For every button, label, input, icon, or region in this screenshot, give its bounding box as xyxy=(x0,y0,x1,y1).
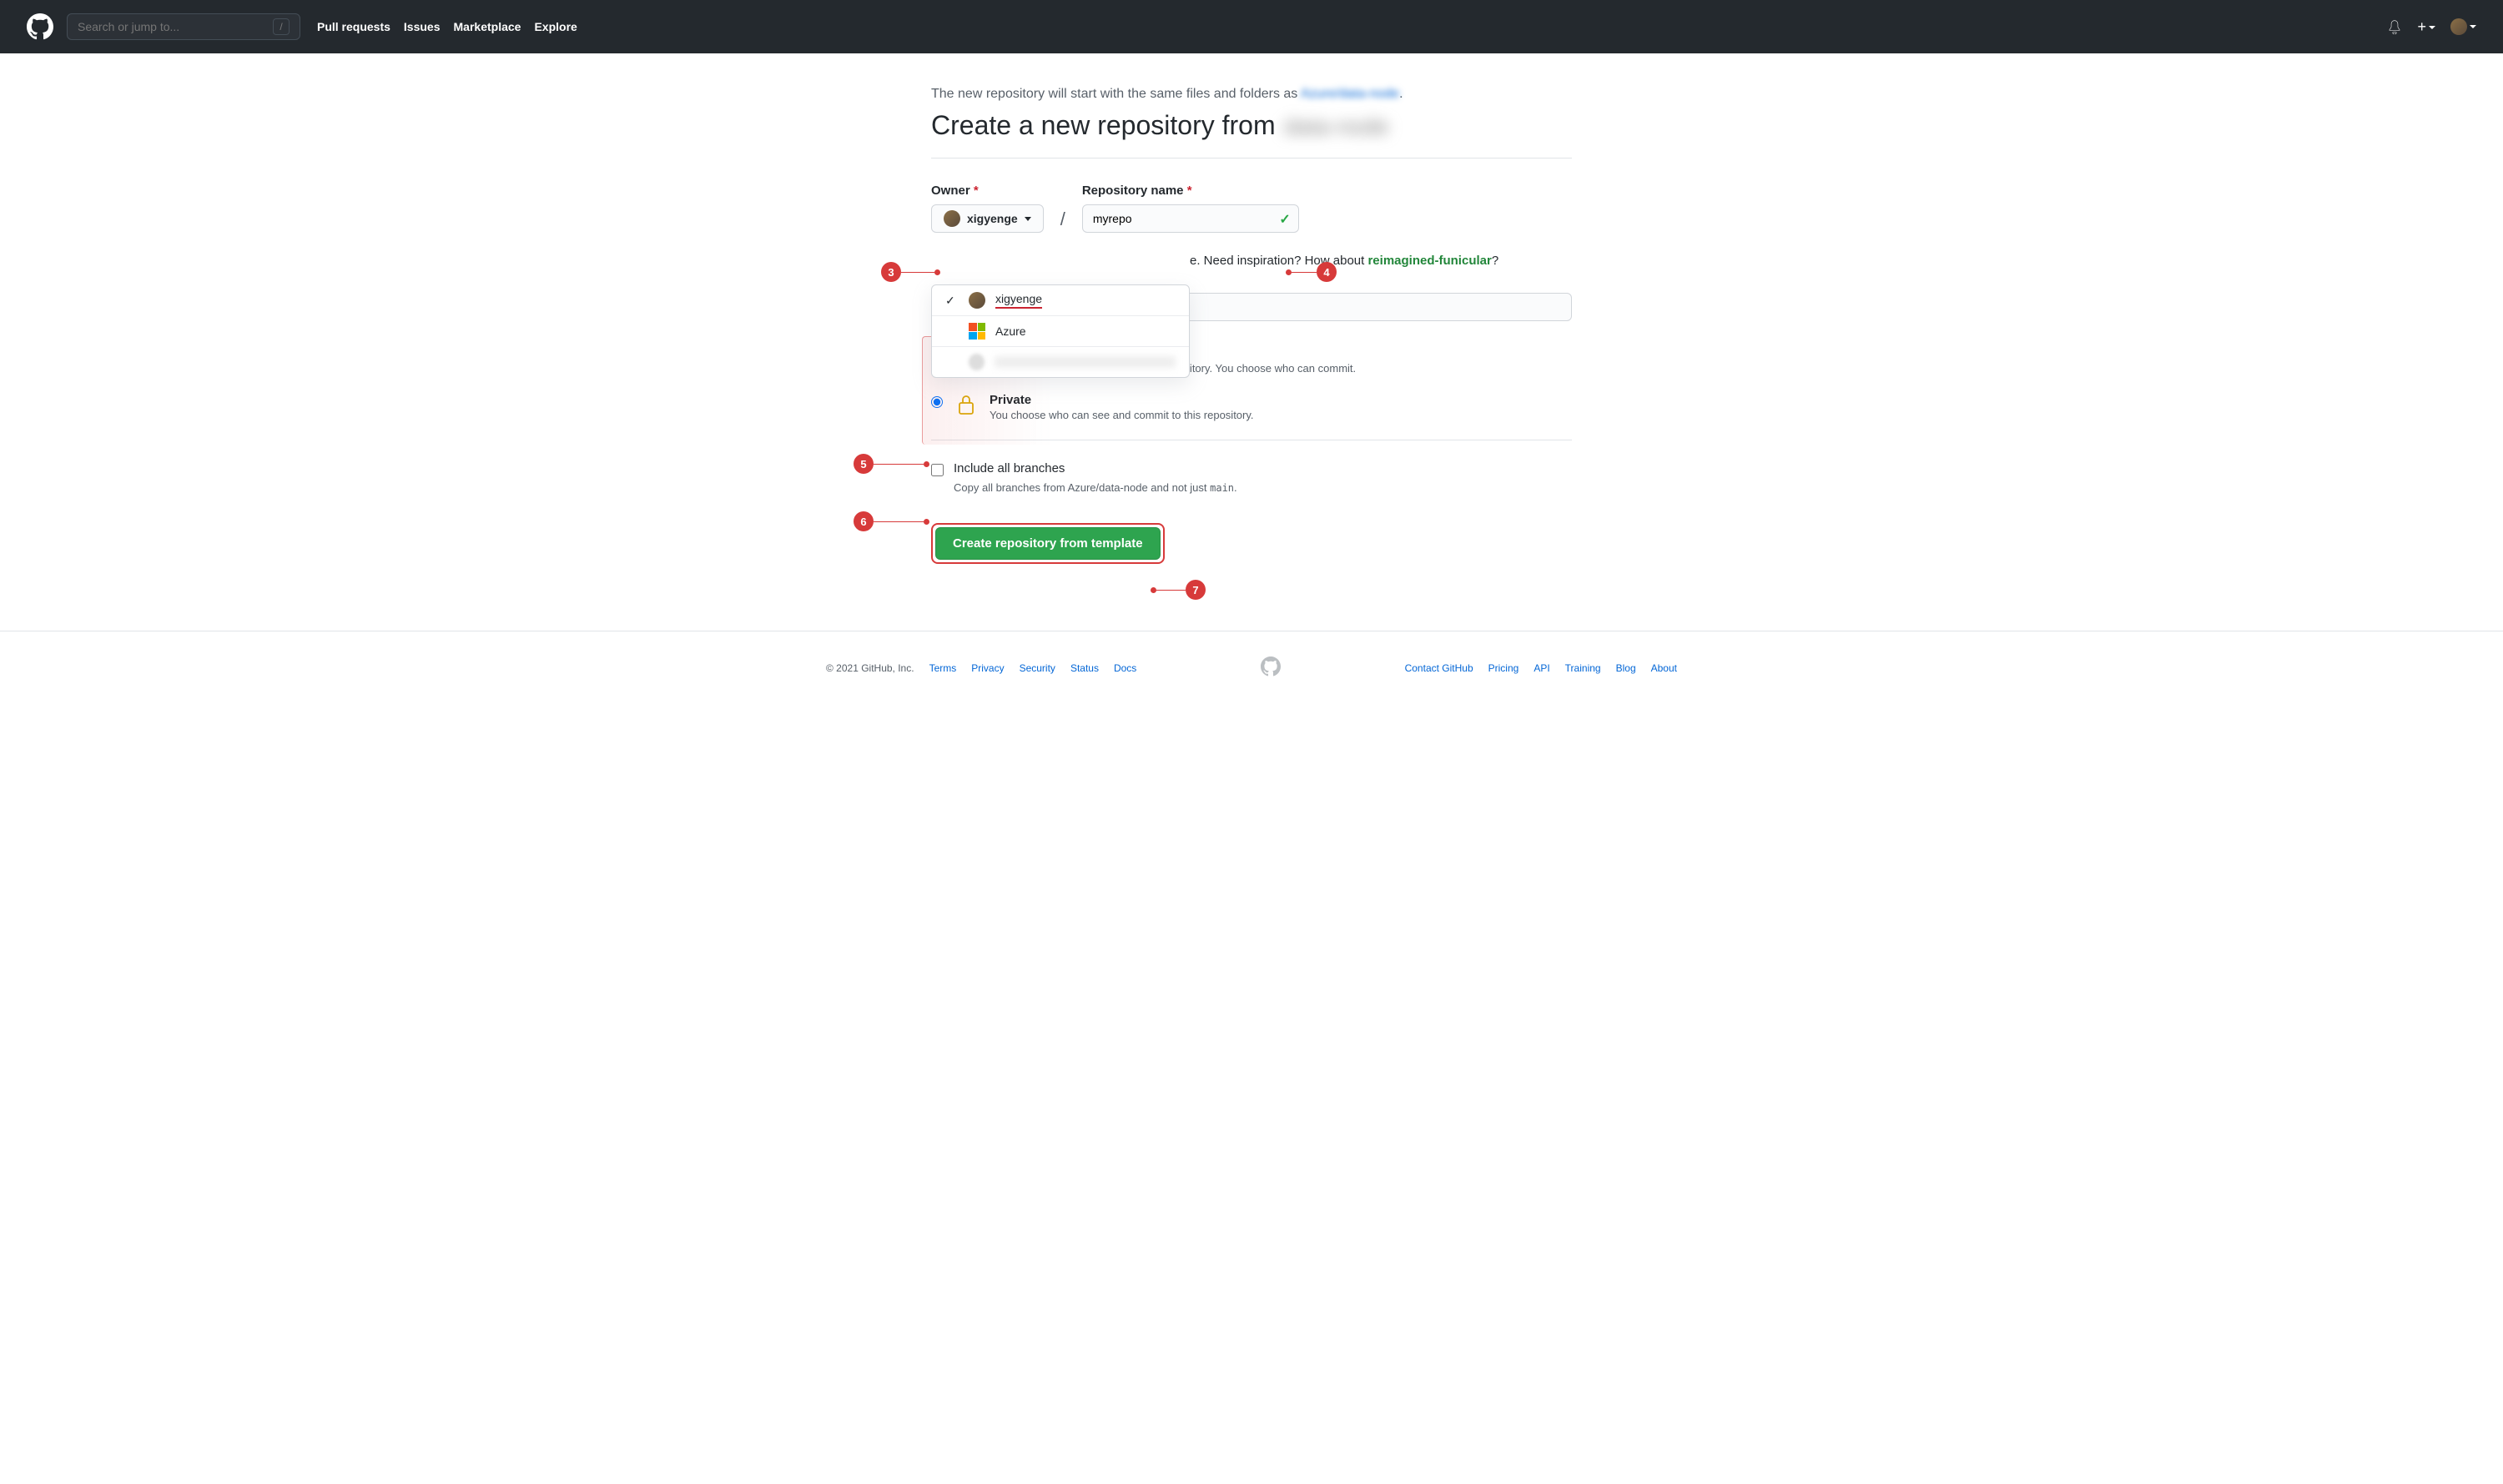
avatar-icon xyxy=(969,354,985,370)
submit-highlight: Create repository from template xyxy=(931,523,1165,564)
owner-dropdown: ✓ xigyenge Azure xyxy=(931,284,1190,378)
include-branches-checkbox[interactable] xyxy=(931,464,944,476)
nav-marketplace[interactable]: Marketplace xyxy=(454,20,521,33)
footer-docs[interactable]: Docs xyxy=(1114,662,1136,674)
user-avatar-icon xyxy=(2450,18,2467,35)
chevron-down-icon xyxy=(1025,217,1031,221)
annotation-7: 7 xyxy=(1186,580,1206,600)
footer-terms[interactable]: Terms xyxy=(929,662,957,674)
nav-explore[interactable]: Explore xyxy=(534,20,577,33)
title-template-name: data-node xyxy=(1284,113,1389,140)
owner-select[interactable]: xigyenge xyxy=(931,204,1044,233)
nav-links: Pull requests Issues Marketplace Explore xyxy=(317,20,577,33)
owner-label: Owner * xyxy=(931,184,1044,198)
footer-status[interactable]: Status xyxy=(1070,662,1099,674)
check-icon: ✓ xyxy=(945,294,959,308)
owner-repo-separator: / xyxy=(1060,209,1065,230)
footer-privacy[interactable]: Privacy xyxy=(971,662,1004,674)
user-menu[interactable] xyxy=(2450,18,2476,35)
github-logo-icon[interactable] xyxy=(27,13,53,40)
footer-copyright: © 2021 GitHub, Inc. xyxy=(826,662,914,674)
annotation-4: 4 xyxy=(1317,262,1337,282)
notification-bell-icon[interactable] xyxy=(2387,19,2402,34)
search-input[interactable] xyxy=(78,20,273,33)
nav-issues[interactable]: Issues xyxy=(404,20,441,33)
top-nav: / Pull requests Issues Marketplace Explo… xyxy=(0,0,2503,53)
page-title: Create a new repository from data-node xyxy=(931,110,1572,141)
annotation-3: 3 xyxy=(881,262,901,282)
owner-avatar-icon xyxy=(944,210,960,227)
owner-option-azure[interactable]: Azure xyxy=(932,316,1189,347)
github-logo-gray-icon[interactable] xyxy=(1261,656,1281,677)
footer-about[interactable]: About xyxy=(1651,662,1677,674)
search-box[interactable]: / xyxy=(67,13,300,40)
checkmark-icon: ✓ xyxy=(1279,211,1290,228)
visibility-private-desc: You choose who can see and commit to thi… xyxy=(990,409,1254,421)
owner-option-hidden[interactable] xyxy=(932,347,1189,377)
owner-option-xigyenge[interactable]: ✓ xigyenge xyxy=(932,285,1189,316)
main-content: The new repository will start with the s… xyxy=(931,53,1572,589)
template-link[interactable]: Azure/data-node xyxy=(1301,87,1399,101)
microsoft-logo-icon xyxy=(969,323,985,340)
intro-text: The new repository will start with the s… xyxy=(931,87,1572,102)
visibility-private-title: Private xyxy=(990,393,1254,407)
footer-api[interactable]: API xyxy=(1534,662,1549,674)
create-new-menu[interactable]: + xyxy=(2417,18,2435,36)
visibility-private-radio[interactable] xyxy=(931,396,943,408)
create-repo-button[interactable]: Create repository from template xyxy=(935,527,1161,560)
footer-security[interactable]: Security xyxy=(1020,662,1055,674)
annotation-6: 6 xyxy=(854,511,874,531)
footer-training[interactable]: Training xyxy=(1565,662,1601,674)
footer-blog[interactable]: Blog xyxy=(1616,662,1636,674)
owner-selected-name: xigyenge xyxy=(967,212,1018,225)
repo-name-input[interactable] xyxy=(1082,204,1299,233)
repo-name-label: Repository name * xyxy=(1082,184,1299,198)
footer-contact[interactable]: Contact GitHub xyxy=(1405,662,1473,674)
repo-suggestion-link[interactable]: reimagined-funicular xyxy=(1367,254,1491,268)
avatar-icon xyxy=(969,292,985,309)
nav-pull-requests[interactable]: Pull requests xyxy=(317,20,390,33)
repo-name-help: e. Need inspiration? How about reimagine… xyxy=(1190,254,1572,268)
include-branches-desc: Copy all branches from Azure/data-node a… xyxy=(954,481,1572,494)
visibility-private[interactable]: Private You choose who can see and commi… xyxy=(931,393,1572,421)
annotation-5: 5 xyxy=(854,454,874,474)
footer: © 2021 GitHub, Inc. Terms Privacy Securi… xyxy=(826,631,1677,704)
lock-icon xyxy=(954,393,978,416)
search-slash-hint: / xyxy=(273,18,290,35)
footer-pricing[interactable]: Pricing xyxy=(1488,662,1519,674)
include-branches-label: Include all branches xyxy=(954,461,1065,475)
